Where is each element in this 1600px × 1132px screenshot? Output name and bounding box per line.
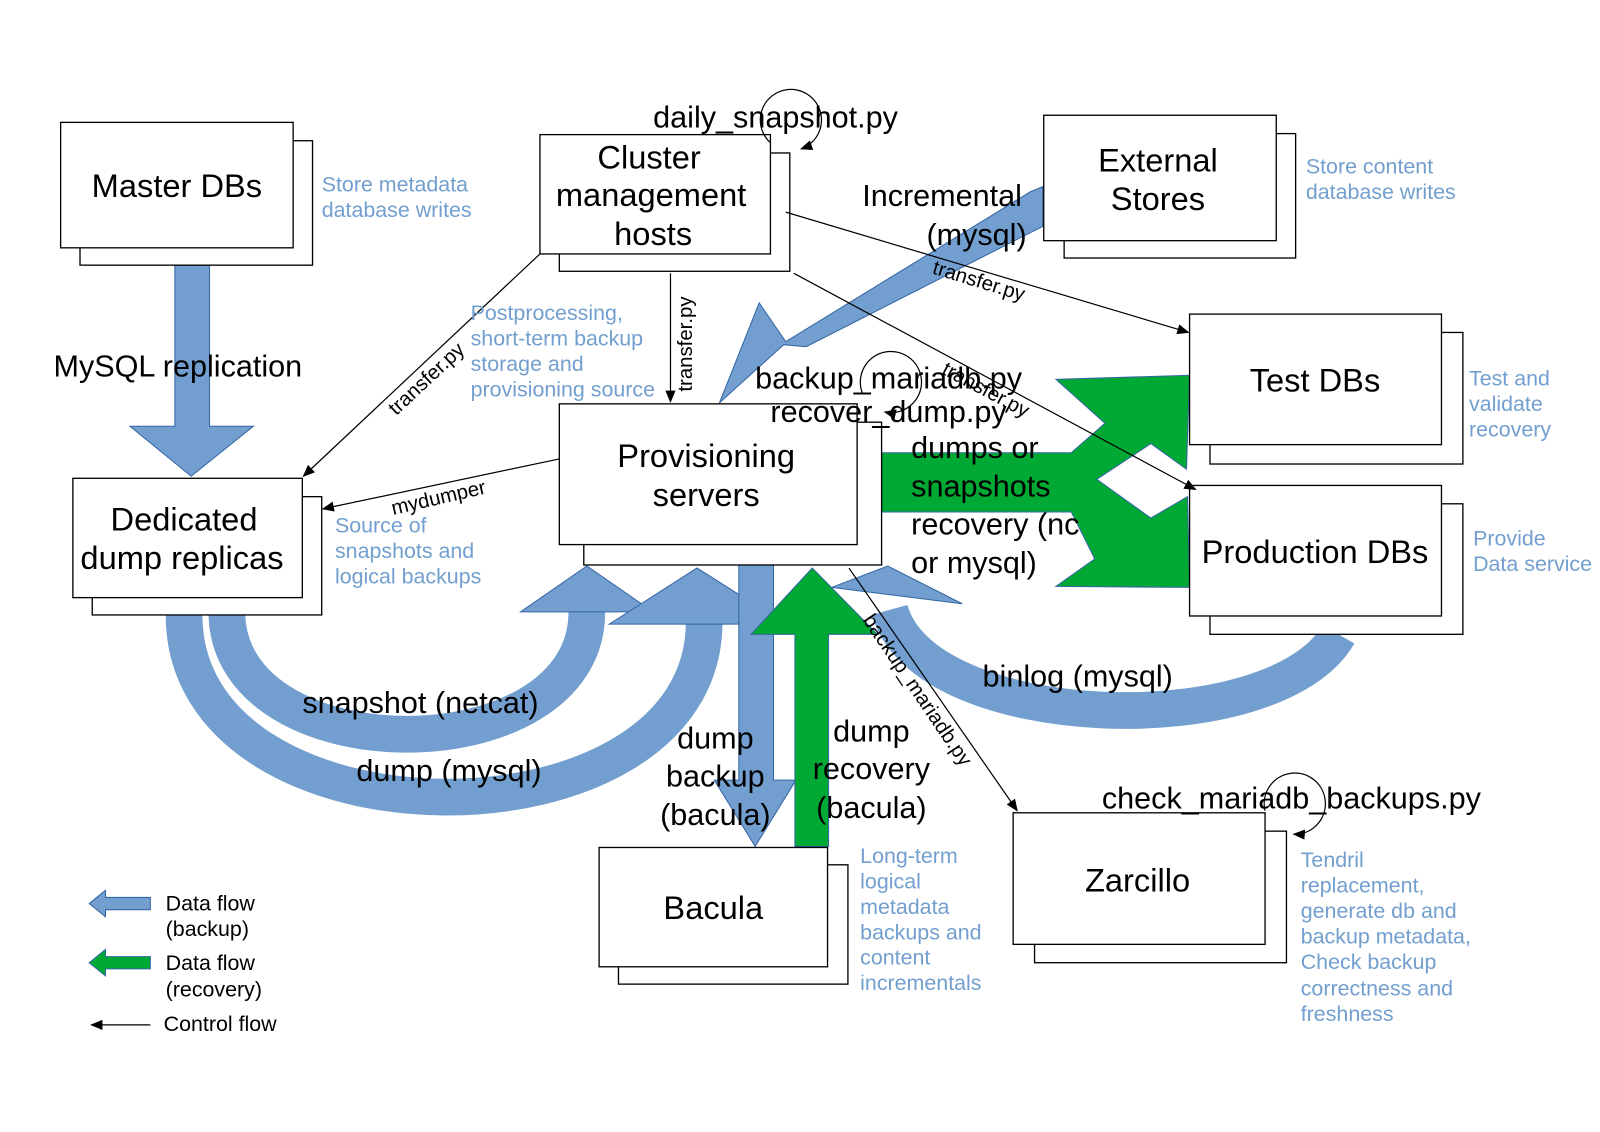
zarcillo-node[interactable]: Zarcillo xyxy=(1012,812,1288,964)
backup-architecture-diagram: Master DBs Cluster management hosts Exte… xyxy=(53,88,1592,1036)
incremental-label: Incremental xyxy=(862,179,1022,213)
dumps-recovery-label: recovery (nc xyxy=(911,507,1079,541)
node-label: Cluster xyxy=(597,138,700,175)
dump-backup-label: dump xyxy=(677,722,754,756)
bacula-note: Long-termlogicalmetadatabackups andconte… xyxy=(860,844,981,995)
node-label: dump replicas xyxy=(80,539,283,576)
recovery-flow-legend-icon xyxy=(88,948,151,978)
backup-mariadb-script-label: backup_mariadb.py xyxy=(755,362,1023,396)
node-label: management xyxy=(556,176,746,213)
svg-text:logical: logical xyxy=(860,869,921,893)
svg-text:backup metadata,: backup metadata, xyxy=(1301,924,1471,948)
node-label: External xyxy=(1098,141,1218,178)
dump-label: dump (mysql) xyxy=(356,754,541,788)
dump-backup-label: backup xyxy=(666,759,765,793)
snapshot-label: snapshot (netcat) xyxy=(302,686,538,720)
svg-text:Long-term: Long-term xyxy=(860,844,958,868)
zarcillo-note: Tendrilreplacement,generate db andbackup… xyxy=(1301,848,1471,1026)
transfer-label: transfer.py xyxy=(930,257,1028,306)
node-label: Production DBs xyxy=(1202,533,1429,570)
svg-text:logical backups: logical backups xyxy=(335,564,481,588)
svg-text:Tendril: Tendril xyxy=(1301,848,1364,872)
node-label: hosts xyxy=(614,215,692,252)
bacula-node[interactable]: Bacula xyxy=(598,846,849,985)
legend: Data flow(backup) Data flow(recovery) Co… xyxy=(88,889,278,1036)
svg-text:snapshots and: snapshots and xyxy=(335,539,474,563)
svg-text:backups and: backups and xyxy=(860,920,981,944)
node-label: Dedicated xyxy=(111,500,258,537)
node-label: Provisioning xyxy=(617,437,795,474)
svg-text:Provide: Provide xyxy=(1473,527,1546,551)
dump-backup-label: (bacula) xyxy=(660,798,770,832)
svg-text:Source of: Source of xyxy=(335,513,427,537)
dump-recovery-label: dump xyxy=(833,714,910,748)
dump-recovery-label: (bacula) xyxy=(816,791,926,825)
production-note: ProvideData service xyxy=(1473,527,1592,576)
svg-text:database writes: database writes xyxy=(322,198,472,222)
master-dbs-node[interactable]: Master DBs xyxy=(59,121,314,266)
svg-text:Data flow: Data flow xyxy=(166,951,256,975)
replication-label: MySQL replication xyxy=(53,349,302,383)
node-label: Test DBs xyxy=(1250,362,1381,399)
svg-text:incrementals: incrementals xyxy=(860,971,981,995)
dedicated-note: Source ofsnapshots andlogical backups xyxy=(335,513,481,588)
svg-text:metadata: metadata xyxy=(860,895,949,919)
node-label: servers xyxy=(653,476,760,513)
svg-text:validate: validate xyxy=(1469,392,1543,416)
svg-text:(recovery): (recovery) xyxy=(166,977,262,1001)
node-label: Zarcillo xyxy=(1085,861,1190,898)
svg-text:Store metadata: Store metadata xyxy=(322,173,468,197)
daily-snapshot-label: daily_snapshot.py xyxy=(653,100,899,134)
svg-text:(backup): (backup) xyxy=(166,917,249,941)
node-label: Stores xyxy=(1111,180,1205,217)
svg-text:provisioning source: provisioning source xyxy=(471,378,655,402)
test-note: Test andvalidaterecovery xyxy=(1469,366,1551,441)
svg-text:database writes: database writes xyxy=(1306,180,1456,204)
svg-text:Postprocessing,: Postprocessing, xyxy=(471,301,623,325)
svg-text:Check backup: Check backup xyxy=(1301,950,1437,974)
svg-text:generate db and: generate db and xyxy=(1301,899,1457,923)
incremental-label: (mysql) xyxy=(926,218,1026,252)
svg-text:Data service: Data service xyxy=(1473,552,1592,576)
svg-text:short-term backup: short-term backup xyxy=(471,327,644,351)
dumps-recovery-label: dumps or xyxy=(911,431,1038,465)
cluster-management-node[interactable]: Cluster management hosts xyxy=(539,133,791,272)
svg-text:Data flow: Data flow xyxy=(166,892,256,916)
check-backups-script-label: check_mariadb_backups.py xyxy=(1102,782,1482,816)
dumps-recovery-label: or mysql) xyxy=(911,546,1037,580)
svg-text:replacement,: replacement, xyxy=(1301,873,1425,897)
dedicated-dump-replicas-node[interactable]: Dedicated dump replicas xyxy=(72,477,323,616)
svg-text:content: content xyxy=(860,946,930,970)
production-dbs-node[interactable]: Production DBs xyxy=(1188,484,1464,635)
svg-text:freshness: freshness xyxy=(1301,1002,1394,1026)
svg-text:Control flow: Control flow xyxy=(164,1012,278,1036)
dump-recovery-label: recovery xyxy=(813,752,931,786)
node-label: Master DBs xyxy=(92,167,262,204)
recover-dump-script-label: recover_dump.py xyxy=(770,395,1007,429)
backup-flow-legend-icon xyxy=(88,889,151,918)
transfer-label: transfer.py xyxy=(675,296,697,392)
svg-text:Store content: Store content xyxy=(1306,154,1433,178)
svg-text:correctness and: correctness and xyxy=(1301,976,1453,1000)
svg-text:Test and: Test and xyxy=(1469,366,1550,390)
test-dbs-node[interactable]: Test DBs xyxy=(1188,313,1464,465)
external-stores-node[interactable]: External Stores xyxy=(1043,114,1297,259)
master-note: Store metadatadatabase writes xyxy=(322,173,472,222)
dumps-recovery-label: snapshots xyxy=(911,470,1050,504)
transfer-label: transfer.py xyxy=(385,338,470,420)
provisioning-note: Postprocessing,short-term backupstorage … xyxy=(471,301,655,401)
svg-text:storage and: storage and xyxy=(471,352,584,376)
binlog-label: binlog (mysql) xyxy=(983,659,1173,693)
svg-text:recovery: recovery xyxy=(1469,417,1551,441)
node-label: Bacula xyxy=(663,889,764,926)
external-note: Store contentdatabase writes xyxy=(1306,154,1456,203)
